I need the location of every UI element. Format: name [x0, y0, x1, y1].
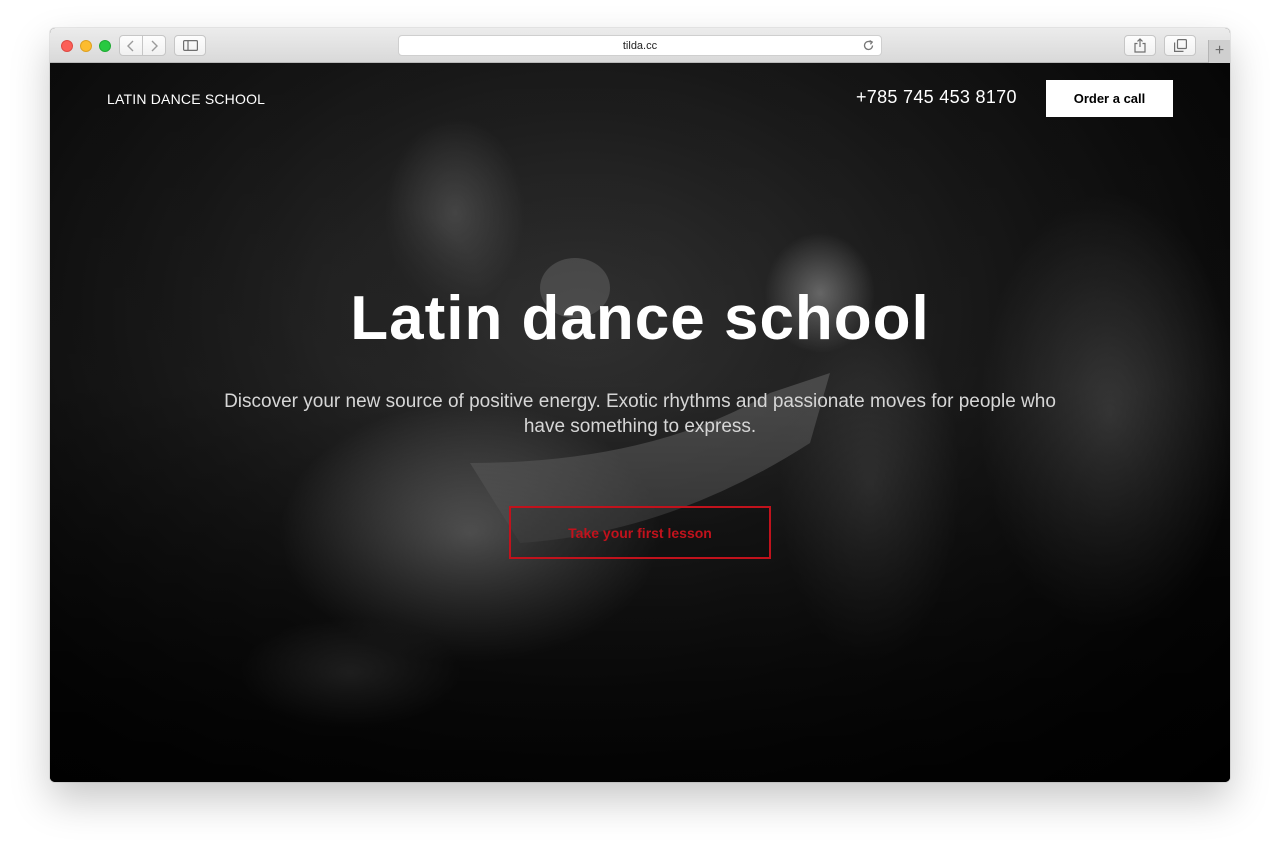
- browser-toolbar: tilda.cc +: [50, 28, 1230, 63]
- order-call-button[interactable]: Order a call: [1046, 80, 1173, 117]
- forward-button[interactable]: [142, 35, 166, 56]
- navigation-buttons: [119, 35, 167, 56]
- sidebar-button[interactable]: [174, 35, 206, 56]
- address-url: tilda.cc: [622, 39, 658, 52]
- tabs-icon: [1173, 39, 1187, 52]
- close-window-button[interactable]: [61, 40, 73, 52]
- reload-icon[interactable]: [862, 39, 875, 52]
- tabs-overview-button[interactable]: [1164, 35, 1196, 56]
- sidebar-icon: [182, 40, 198, 51]
- first-lesson-button[interactable]: Take your first lesson: [509, 506, 771, 559]
- share-button[interactable]: [1124, 35, 1156, 56]
- hero-subtitle: Discover your new source of positive ene…: [224, 391, 1056, 437]
- site-logo[interactable]: LATIN DANCE SCHOOL: [107, 91, 265, 107]
- share-icon: [1134, 38, 1146, 53]
- address-bar[interactable]: tilda.cc: [398, 35, 882, 56]
- hero-title: Latin dance school: [350, 284, 930, 353]
- hero-section: LATIN DANCE SCHOOL +785 745 453 8170 Ord…: [50, 63, 1230, 782]
- back-arrow-icon: [127, 40, 134, 51]
- browser-window: tilda.cc + LATIN DANCE SCHOOL +785 745 4…: [50, 28, 1230, 782]
- back-button[interactable]: [119, 35, 143, 56]
- forward-arrow-icon: [151, 40, 158, 51]
- zoom-window-button[interactable]: [99, 40, 111, 52]
- new-tab-button[interactable]: +: [1208, 40, 1230, 63]
- phone-number[interactable]: +785 745 453 8170: [856, 87, 1017, 108]
- minimize-window-button[interactable]: [80, 40, 92, 52]
- new-tab-icon: +: [1214, 42, 1225, 59]
